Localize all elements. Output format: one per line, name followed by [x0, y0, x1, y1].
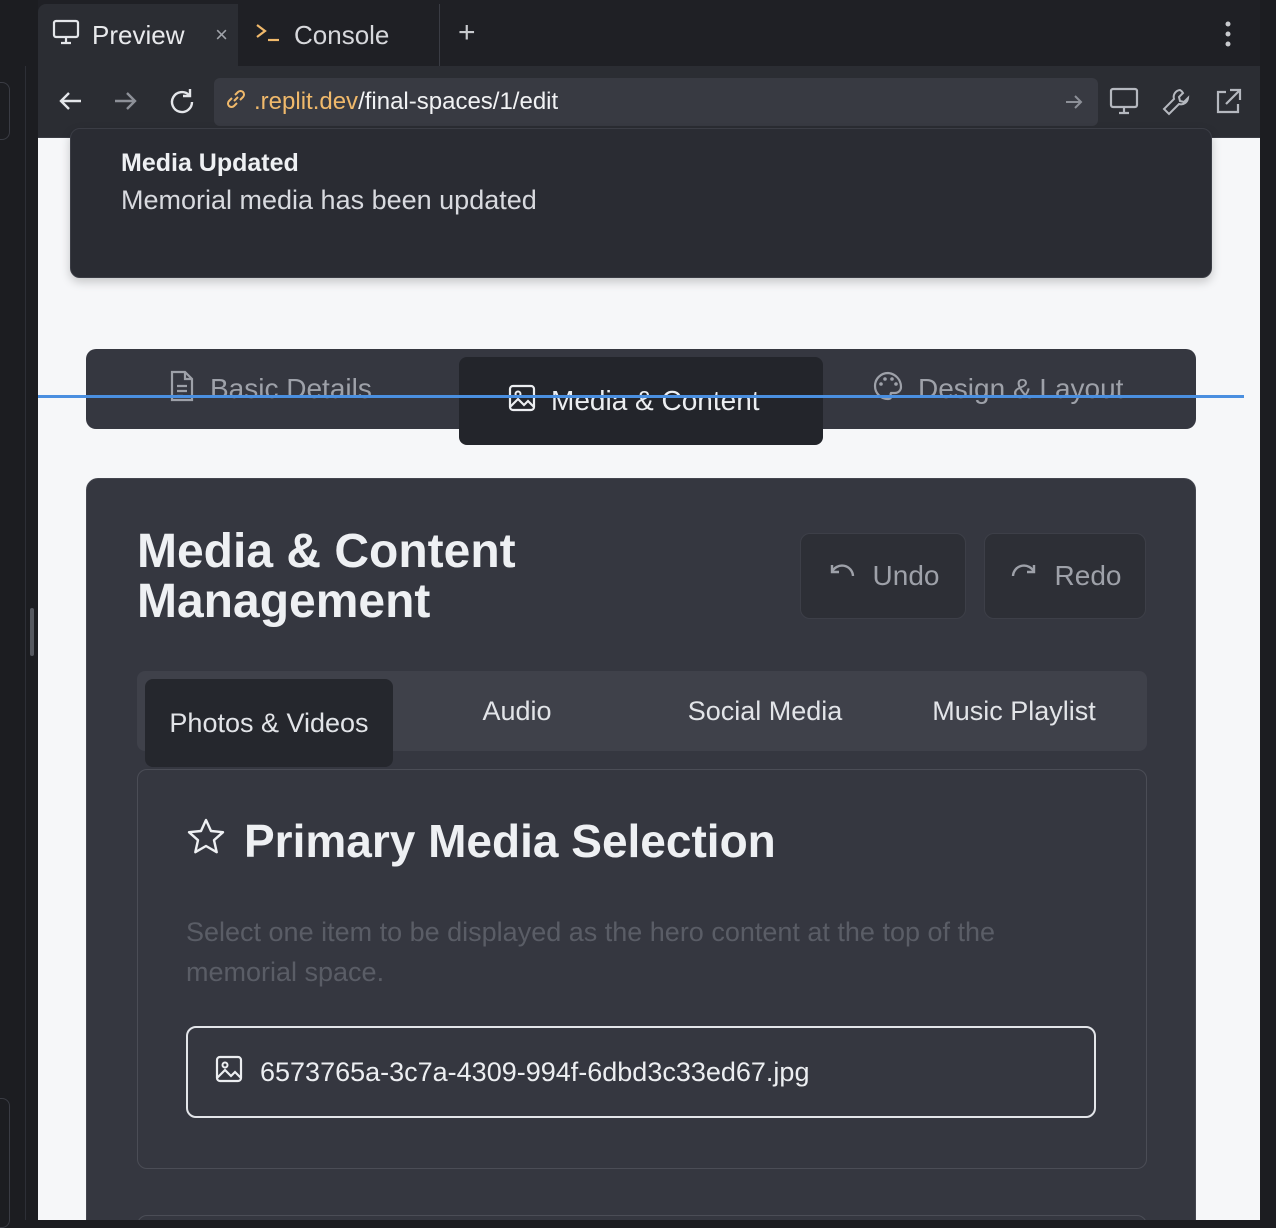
redo-label: Redo — [1054, 560, 1122, 591]
left-panel-control — [0, 82, 10, 140]
url-path: /final-spaces/1/edit — [358, 88, 559, 115]
section-description: Select one item to be displayed as the h… — [186, 917, 996, 987]
url-field[interactable]: .replit.dev /final-spaces/1/edit — [214, 78, 1098, 126]
open-external-icon[interactable] — [1212, 86, 1244, 123]
new-tab-button[interactable]: + — [458, 16, 476, 50]
tab-console-label: Console — [294, 19, 390, 50]
right-panel-edge — [1260, 0, 1276, 1220]
image-icon — [507, 383, 551, 420]
tab-media-content-label: Media & Content — [551, 385, 760, 416]
tab-media-content[interactable]: Media & Content — [459, 357, 823, 445]
tab-design-layout[interactable]: Design & Layout — [872, 349, 1123, 429]
browser-tabbar: Preview × Console + — [38, 0, 1260, 66]
left-panel-edge — [0, 0, 38, 1228]
go-arrow-icon[interactable] — [1062, 90, 1086, 121]
media-subtabs: Photos & Videos Audio Social Media Music… — [137, 671, 1147, 767]
redo-icon — [1009, 560, 1055, 592]
terminal-icon — [254, 20, 282, 51]
toast-title: Media Updated — [121, 149, 299, 177]
more-options-icon[interactable] — [1218, 14, 1238, 59]
image-file-icon — [214, 1054, 260, 1091]
redo-button[interactable]: Redo — [984, 533, 1146, 619]
tab-basic-details[interactable]: Basic Details — [168, 349, 372, 429]
star-icon — [186, 814, 244, 868]
document-icon — [168, 370, 210, 409]
main-tabs: Basic Details Media & Content Design & L… — [86, 349, 1196, 445]
back-arrow-icon[interactable] — [56, 86, 86, 121]
toast-message: Memorial media has been updated — [121, 185, 537, 215]
media-content-card: Media & Content Management Undo Redo Pho… — [86, 478, 1196, 1220]
link-icon — [224, 87, 248, 118]
subtab-social-media[interactable]: Social Media — [641, 671, 889, 751]
preview-window: Preview × Console + .replit.dev /final-s… — [38, 0, 1260, 1220]
page-content: Media Updated Memorial media has been up… — [38, 128, 1260, 1220]
card-title: Media & Content Management — [137, 525, 516, 628]
subtab-music-playlist[interactable]: Music Playlist — [889, 671, 1139, 751]
undo-icon — [827, 560, 873, 592]
undo-label: Undo — [872, 560, 940, 591]
left-panel-control — [0, 1098, 10, 1228]
selected-media-item[interactable]: 6573765a-3c7a-4309-994f-6dbd3c33ed67.jpg — [186, 1026, 1096, 1118]
close-tab-icon[interactable]: × — [215, 22, 228, 48]
tab-console[interactable]: Console — [240, 4, 440, 66]
forward-arrow-icon[interactable] — [110, 86, 140, 121]
primary-media-section: Primary Media Selection Select one item … — [137, 769, 1147, 1169]
section-title: Primary Media Selection — [186, 814, 776, 868]
reload-icon[interactable] — [166, 86, 198, 123]
wrench-icon[interactable] — [1160, 86, 1192, 123]
tab-design-layout-label: Design & Layout — [918, 373, 1124, 404]
tab-basic-details-label: Basic Details — [210, 373, 372, 404]
resize-handle[interactable] — [30, 608, 34, 656]
next-section — [137, 1215, 1147, 1220]
subtab-audio[interactable]: Audio — [393, 671, 641, 751]
tab-preview[interactable]: Preview × — [38, 4, 238, 66]
monitor-icon — [52, 19, 80, 52]
tab-preview-label: Preview — [92, 19, 185, 50]
device-icon[interactable] — [1108, 86, 1140, 121]
toast-notification: Media Updated Memorial media has been up… — [70, 128, 1212, 278]
palette-icon — [872, 370, 918, 409]
section-title-label: Primary Media Selection — [244, 815, 776, 867]
panel-divider — [25, 66, 26, 1220]
url-domain: .replit.dev — [254, 88, 359, 115]
undo-button[interactable]: Undo — [800, 533, 966, 619]
subtab-photos-videos[interactable]: Photos & Videos — [145, 679, 393, 767]
selected-file-name: 6573765a-3c7a-4309-994f-6dbd3c33ed67.jpg — [260, 1056, 810, 1087]
focus-indicator-line — [38, 395, 1244, 398]
